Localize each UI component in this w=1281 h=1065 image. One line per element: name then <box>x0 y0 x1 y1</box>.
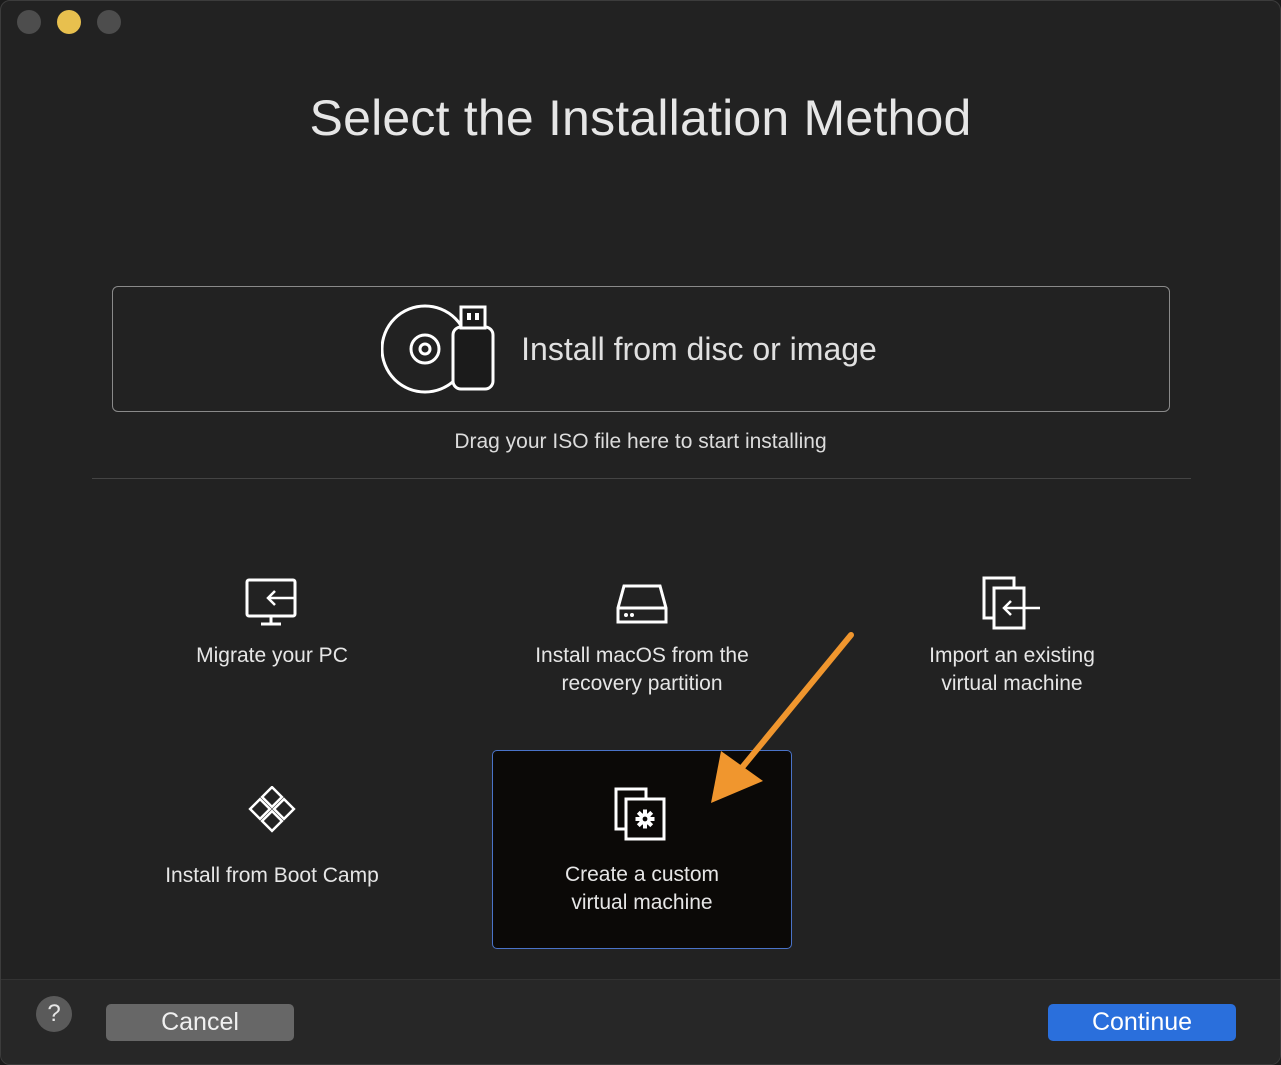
monitor-import-icon <box>245 578 297 626</box>
page-title: Select the Installation Method <box>309 90 972 146</box>
disc-usb-icon <box>381 304 495 394</box>
footer-bar: ? Cancel Continue <box>1 979 1280 1064</box>
zoom-window-button[interactable] <box>97 10 121 34</box>
option-label: Install from Boot Camp <box>165 864 379 887</box>
help-button[interactable]: ? <box>36 996 72 1032</box>
install-from-disc-label: Install from disc or image <box>521 330 877 367</box>
minimize-window-button[interactable] <box>57 10 81 34</box>
cancel-button[interactable]: Cancel <box>106 1004 294 1041</box>
hard-drive-icon <box>616 584 668 624</box>
traffic-lights <box>17 10 121 34</box>
annotation-arrow-icon <box>711 632 854 803</box>
copy-import-icon <box>982 576 1040 630</box>
option-label: Create a custom virtual machine <box>564 863 720 914</box>
divider <box>92 478 1191 479</box>
custom-vm-gear-icon <box>614 787 666 841</box>
installation-assistant-window: Select the Installation Method Install f… <box>0 0 1281 1065</box>
install-from-disc-dropzone[interactable]: Install from disc or image <box>112 286 1170 412</box>
drag-iso-hint: Drag your ISO file here to start install… <box>454 430 827 453</box>
option-label: Import an existing virtual machine <box>929 644 1095 695</box>
option-migrate-pc[interactable]: Migrate your PC <box>122 576 422 670</box>
option-label: Migrate your PC <box>196 644 348 667</box>
close-window-button[interactable] <box>17 10 41 34</box>
option-install-boot-camp[interactable]: Install from Boot Camp <box>122 786 422 890</box>
option-import-existing-vm[interactable]: Import an existing virtual machine <box>862 576 1162 698</box>
boot-camp-icon <box>248 786 296 833</box>
continue-button[interactable]: Continue <box>1048 1004 1236 1041</box>
